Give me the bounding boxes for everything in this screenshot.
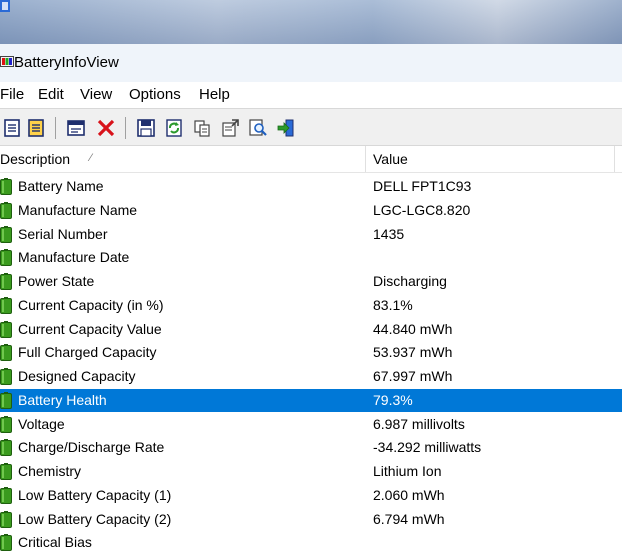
row-description: Designed Capacity <box>18 368 136 384</box>
row-description: Current Capacity Value <box>18 320 162 337</box>
list-item[interactable]: Current Capacity (in %) 83.1% <box>0 294 622 317</box>
refresh-icon[interactable] <box>164 118 184 138</box>
battery-icon <box>0 534 12 552</box>
column-divider[interactable] <box>365 146 366 172</box>
row-description: Manufacture Date <box>18 249 130 266</box>
row-value: 67.997 mWh <box>373 368 453 384</box>
row-description: Low Battery Capacity (1) <box>18 486 172 503</box>
row-description: Current Capacity (in %) <box>18 296 164 313</box>
list-item[interactable]: Manufacture Name LGC-LGC8.820 <box>0 199 622 222</box>
row-description: Voltage <box>18 415 65 432</box>
battery-icon <box>0 463 12 480</box>
list-item[interactable]: Battery Health 79.3% <box>0 388 622 412</box>
menu-edit[interactable]: Edit <box>38 86 64 103</box>
html-report-selected-icon[interactable] <box>26 118 46 138</box>
desktop-background <box>0 0 622 44</box>
battery-icon <box>0 415 12 433</box>
list-item[interactable]: Serial Number 1435 <box>0 223 622 246</box>
row-value: 6.794 mWh <box>373 510 445 527</box>
menu-file[interactable]: File <box>0 86 24 103</box>
row-description: Battery Name <box>18 178 104 194</box>
list-item[interactable]: Chemistry Lithium Ion <box>0 460 622 483</box>
column-header: Description ⁄ Value <box>0 146 622 173</box>
list-item[interactable]: Voltage 6.987 millivolts <box>0 413 622 436</box>
battery-icon <box>0 344 12 362</box>
battery-icon <box>0 225 12 243</box>
row-description: Full Charged Capacity <box>18 344 157 361</box>
list-item[interactable]: Critical Bias <box>0 531 622 554</box>
find-icon[interactable] <box>248 118 268 138</box>
menu-help[interactable]: Help <box>199 86 230 103</box>
properties-window-icon[interactable] <box>66 118 86 138</box>
battery-icon <box>0 201 12 219</box>
row-value: 44.840 mWh <box>373 320 453 337</box>
toolbar-separator <box>125 117 126 139</box>
row-value: 2.060 mWh <box>373 486 445 503</box>
list-item[interactable]: Power State Discharging <box>0 270 622 293</box>
battery-icon <box>0 178 12 195</box>
battery-icon <box>0 273 12 290</box>
list-item[interactable]: Charge/Discharge Rate -34.292 milliwatts <box>0 436 622 459</box>
menu-options[interactable]: Options <box>129 86 181 103</box>
row-description: Manufacture Name <box>18 201 138 218</box>
delete-icon[interactable] <box>96 118 116 138</box>
list-item[interactable]: Manufacture Date <box>0 246 622 269</box>
toolbar <box>0 108 622 146</box>
battery-icon <box>0 439 12 457</box>
copy-icon[interactable] <box>192 118 212 138</box>
battery-app-icon <box>0 56 14 67</box>
row-value: 79.3% <box>373 391 413 408</box>
list-item[interactable]: Low Battery Capacity (2) 6.794 mWh <box>0 508 622 531</box>
row-value: -34.292 milliwatts <box>373 439 482 456</box>
row-value: LGC-LGC8.820 <box>373 201 471 218</box>
battery-icon <box>0 320 12 338</box>
column-divider[interactable] <box>614 146 615 172</box>
row-value: DELL FPT1C93 <box>373 178 472 194</box>
menu-view[interactable]: View <box>80 86 112 103</box>
battery-icon <box>0 296 12 314</box>
row-description: Critical Bias <box>18 534 92 551</box>
column-header-description[interactable]: Description <box>0 151 70 167</box>
row-value: Discharging <box>373 273 447 289</box>
list-item[interactable]: Designed Capacity 67.997 mWh <box>0 365 622 388</box>
row-value: Lithium Ion <box>373 463 442 479</box>
row-description: Power State <box>18 273 95 289</box>
properties-icon[interactable] <box>220 118 240 138</box>
battery-icon <box>0 249 12 267</box>
column-header-value[interactable]: Value <box>373 151 408 167</box>
battery-icon <box>0 486 12 504</box>
list-item[interactable]: Low Battery Capacity (1) 2.060 mWh <box>0 484 622 507</box>
battery-icon <box>0 510 12 528</box>
exit-icon[interactable] <box>276 118 296 138</box>
window-title: BatteryInfoView <box>14 54 119 71</box>
title-bar: BatteryInfoView <box>0 44 622 82</box>
battery-icon <box>0 391 12 409</box>
save-icon[interactable] <box>136 118 156 138</box>
row-description: Charge/Discharge Rate <box>18 439 165 456</box>
row-value: 1435 <box>373 225 405 242</box>
row-value: 83.1% <box>373 296 413 313</box>
battery-icon <box>0 368 12 385</box>
list-item[interactable]: Current Capacity Value 44.840 mWh <box>0 318 622 341</box>
html-report-all-icon[interactable] <box>2 118 22 138</box>
row-value: 6.987 millivolts <box>373 415 465 432</box>
list-item[interactable]: Full Charged Capacity 53.937 mWh <box>0 341 622 364</box>
row-description: Serial Number <box>18 225 108 242</box>
menu-bar: File Edit View Options Help <box>0 82 622 108</box>
row-description: Low Battery Capacity (2) <box>18 510 172 527</box>
row-description: Battery Health <box>18 391 107 408</box>
row-value: 53.937 mWh <box>373 344 453 361</box>
desktop-shortcut-icon[interactable] <box>0 0 10 12</box>
sort-ascending-icon: ⁄ <box>90 152 92 164</box>
row-description: Chemistry <box>18 463 82 479</box>
toolbar-separator <box>55 117 56 139</box>
list-item[interactable]: Battery Name DELL FPT1C93 <box>0 175 622 198</box>
